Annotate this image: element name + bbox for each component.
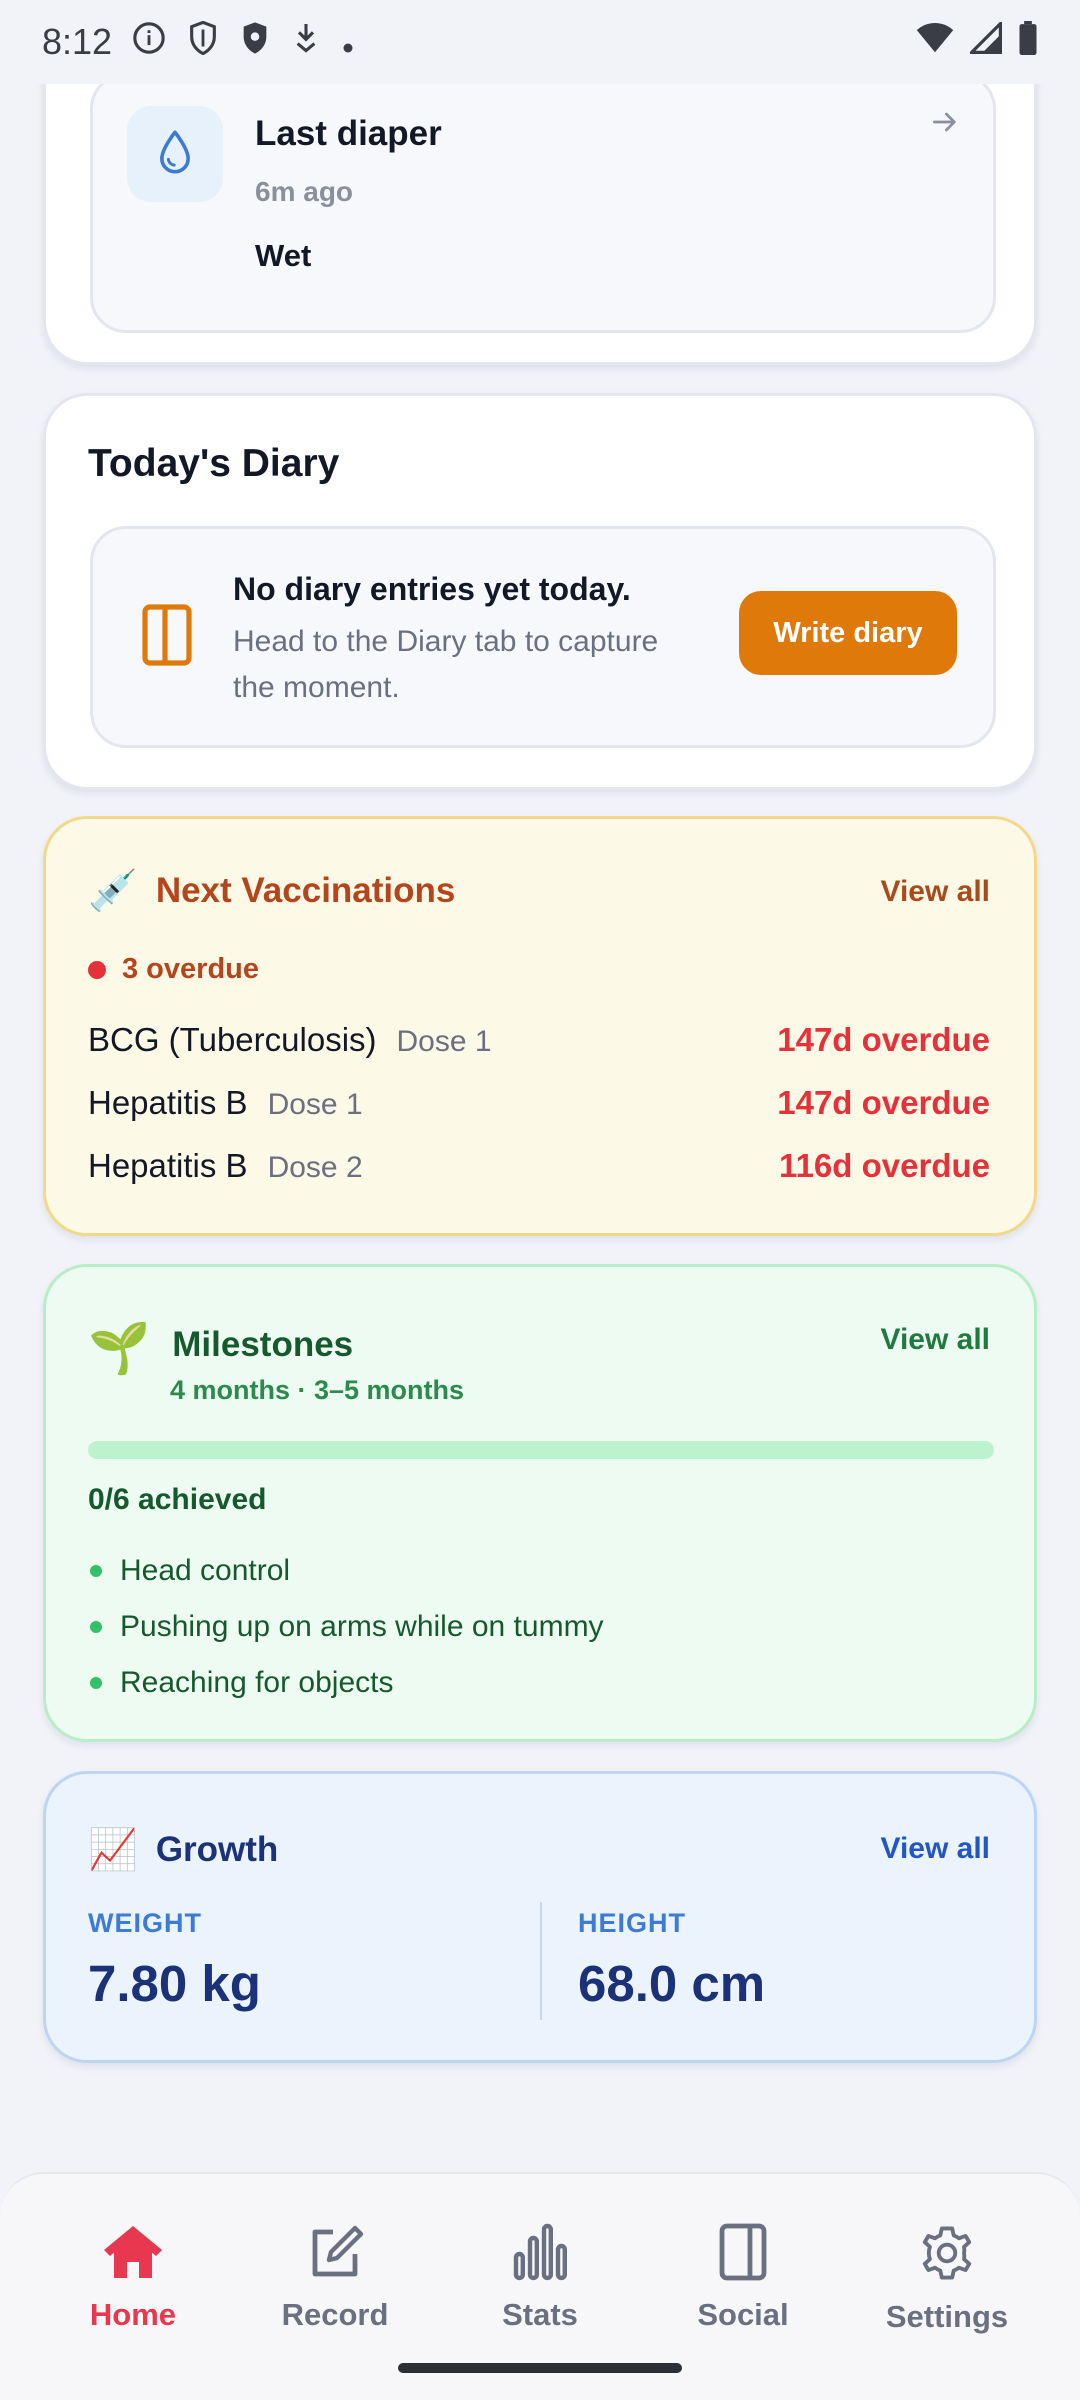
- growth-divider: [540, 1902, 542, 2020]
- bullet-dot: [90, 1621, 102, 1633]
- milestone-label: Head control: [120, 1554, 291, 1587]
- height-label: HEIGHT: [578, 1908, 687, 1938]
- list-item[interactable]: Pushing up on arms while on tummy: [88, 1599, 604, 1655]
- vaccine-dose: Dose 1: [267, 1088, 363, 1121]
- syringe-icon: 💉: [88, 869, 138, 913]
- nav-item-social[interactable]: Social: [653, 2222, 833, 2333]
- last-diaper-time: 6m ago: [255, 176, 354, 207]
- water-drop-icon: [155, 129, 195, 180]
- home-screen: 8:12 Last diaper 6m ago Wet Today's Diar…: [0, 0, 1080, 2400]
- arrow-right-icon[interactable]: [929, 106, 961, 143]
- nav-item-home[interactable]: Home: [43, 2222, 223, 2333]
- diary-card: Today's Diary No diary entries yet today…: [43, 393, 1037, 790]
- milestones-achieved-count: 0/6 achieved: [88, 1483, 267, 1516]
- write-diary-button[interactable]: Write diary: [739, 591, 957, 675]
- nav-item-stats[interactable]: Stats: [450, 2222, 630, 2333]
- milestones-view-all-link[interactable]: View all: [880, 1323, 990, 1357]
- home-indicator[interactable]: [398, 2363, 682, 2373]
- vaccine-status: 147d overdue: [777, 1021, 990, 1058]
- diaper-icon-box: [127, 106, 223, 202]
- book-icon: [718, 2222, 768, 2287]
- nav-label: Settings: [885, 2299, 1009, 2334]
- last-diaper-type: Wet: [255, 238, 312, 273]
- vaccine-status: 147d overdue: [777, 1084, 990, 1121]
- growth-card: 📈 Growth View all WEIGHT 7.80 kg HEIGHT …: [43, 1771, 1037, 2063]
- diary-empty-subtitle: Head to the Diary tab to capture the mom…: [233, 625, 659, 704]
- list-item[interactable]: Reaching for objects: [88, 1655, 604, 1711]
- height-value: 68.0 cm: [578, 1955, 766, 2012]
- vaccination-row[interactable]: Hepatitis B Dose 2 116d overdue: [88, 1147, 990, 1185]
- diary-empty-title: No diary entries yet today.: [233, 571, 631, 607]
- milestones-list: Head control Pushing up on arms while on…: [88, 1543, 604, 1711]
- milestones-title: Milestones: [172, 1325, 354, 1364]
- signal-icon: [967, 19, 1002, 63]
- vaccine-name: BCG (Tuberculosis): [88, 1021, 377, 1058]
- vaccine-name: Hepatitis B: [88, 1084, 248, 1121]
- nav-item-settings[interactable]: Settings: [857, 2222, 1037, 2335]
- nav-label: Record: [281, 2297, 389, 2332]
- vaccine-status: 116d overdue: [779, 1147, 990, 1184]
- vaccination-row[interactable]: BCG (Tuberculosis) Dose 1 147d overdue: [88, 1021, 990, 1059]
- overdue-count: 3 overdue: [122, 953, 259, 985]
- home-icon: [100, 2222, 166, 2287]
- bullet-dot: [90, 1565, 102, 1577]
- nav-label: Stats: [502, 2297, 578, 2332]
- vaccinations-view-all-link[interactable]: View all: [880, 875, 990, 909]
- nav-label: Social: [697, 2297, 789, 2332]
- status-bar: 8:12: [0, 0, 1080, 84]
- bullet-dot: [90, 1677, 102, 1689]
- milestones-age-range: 4 months · 3–5 months: [170, 1375, 465, 1405]
- battery-icon: [1018, 20, 1038, 64]
- seedling-icon: 🌱: [88, 1320, 151, 1376]
- info-icon: [132, 21, 166, 64]
- vaccination-row[interactable]: Hepatitis B Dose 1 147d overdue: [88, 1084, 990, 1122]
- growth-view-all-link[interactable]: View all: [880, 1832, 990, 1866]
- edit-icon: [305, 2222, 365, 2287]
- vaccine-dose: Dose 1: [396, 1025, 492, 1058]
- download-icon: [292, 21, 320, 64]
- notification-dot-icon: [342, 21, 354, 63]
- gear-icon: [916, 2222, 978, 2289]
- book-icon: [141, 603, 193, 672]
- chart-increasing-icon: 📈: [88, 1828, 138, 1872]
- nav-label: Home: [89, 2297, 177, 2332]
- overdue-dot: [88, 960, 106, 979]
- vaccine-dose: Dose 2: [267, 1151, 363, 1184]
- milestone-label: Reaching for objects: [120, 1666, 394, 1699]
- diary-empty-state: No diary entries yet today. Head to the …: [90, 526, 996, 748]
- vaccinations-card: 💉 Next Vaccinations View all 3 overdue B…: [43, 816, 1037, 1236]
- weight-label: WEIGHT: [88, 1908, 202, 1938]
- vaccinations-title: Next Vaccinations: [155, 870, 456, 910]
- milestones-card: 🌱 Milestones 4 months · 3–5 months View …: [43, 1264, 1037, 1742]
- milestones-progress-bar: [88, 1441, 994, 1459]
- status-time: 8:12: [42, 21, 113, 62]
- nav-item-record[interactable]: Record: [245, 2222, 425, 2333]
- wifi-icon: [916, 21, 954, 63]
- list-item[interactable]: Head control: [88, 1543, 604, 1599]
- overdue-summary: 3 overdue: [88, 953, 259, 986]
- weight-value: 7.80 kg: [88, 1955, 261, 2012]
- milestone-label: Pushing up on arms while on tummy: [120, 1610, 604, 1643]
- last-diaper-tile[interactable]: Last diaper 6m ago Wet: [90, 73, 996, 333]
- shield-filled-icon: [240, 21, 270, 64]
- last-diaper-title: Last diaper: [255, 114, 442, 153]
- vaccine-name: Hepatitis B: [88, 1147, 248, 1184]
- diary-title: Today's Diary: [88, 442, 340, 485]
- bar-chart-icon: [510, 2222, 570, 2287]
- growth-title: Growth: [155, 1829, 279, 1869]
- shield-icon: [188, 20, 218, 64]
